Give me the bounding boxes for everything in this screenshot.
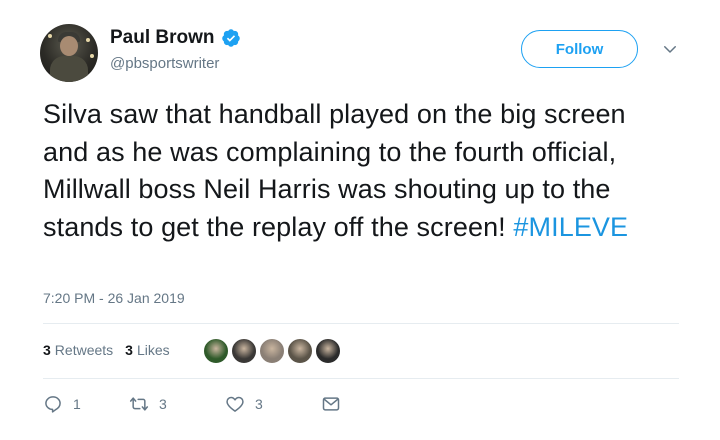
retweets-stat[interactable]: 3 Retweets [43,342,113,358]
follow-button[interactable]: Follow [521,30,638,68]
reply-icon [45,396,61,413]
divider [43,323,679,324]
author-avatar[interactable] [40,24,98,82]
likes-stat[interactable]: 3 Likes [125,342,169,358]
envelope-icon [322,397,340,411]
engagement-stats: 3 Retweets 3 Likes [43,342,182,358]
liker-avatar[interactable] [315,338,341,364]
chevron-down-icon[interactable] [661,40,679,58]
hashtag-link[interactable]: #MILEVE [513,212,628,242]
liker-avatar[interactable] [287,338,313,364]
likes-label: Likes [136,342,170,358]
reply-count: 1 [73,396,81,412]
retweet-action[interactable]: 3 [129,394,225,414]
retweets-label: Retweets [54,342,114,358]
tweet-timestamp[interactable]: 7:20 PM - 26 Jan 2019 [43,290,185,306]
direct-message-action[interactable] [321,394,341,414]
author-name-row: Paul Brown [110,27,241,49]
likes-count: 3 [125,342,133,358]
tweet-text: Silva saw that handball played on the bi… [43,96,673,246]
retweet-icon [129,397,149,411]
verified-badge-icon [221,29,240,47]
retweet-count: 3 [159,396,167,412]
liker-avatar[interactable] [203,338,229,364]
avatar-light-dot [86,38,90,42]
reply-action[interactable]: 1 [43,394,129,414]
liker-avatars [203,338,343,364]
heart-icon [226,396,244,412]
divider [43,378,679,379]
avatar-light-dot [48,34,52,38]
tweet-actions: 1 3 3 [43,394,341,414]
avatar-light-dot [90,54,94,58]
like-action[interactable]: 3 [225,394,321,414]
liker-avatar[interactable] [231,338,257,364]
avatar-body-shape [50,56,88,82]
author-name[interactable]: Paul Brown [110,27,215,49]
like-count: 3 [255,396,263,412]
liker-avatar[interactable] [259,338,285,364]
author-handle[interactable]: @pbsportswriter [110,55,219,72]
retweets-count: 3 [43,342,51,358]
tweet-card: Paul Brown @pbsportswriter Follow Silva … [0,0,720,440]
avatar-head-shape [60,36,78,56]
